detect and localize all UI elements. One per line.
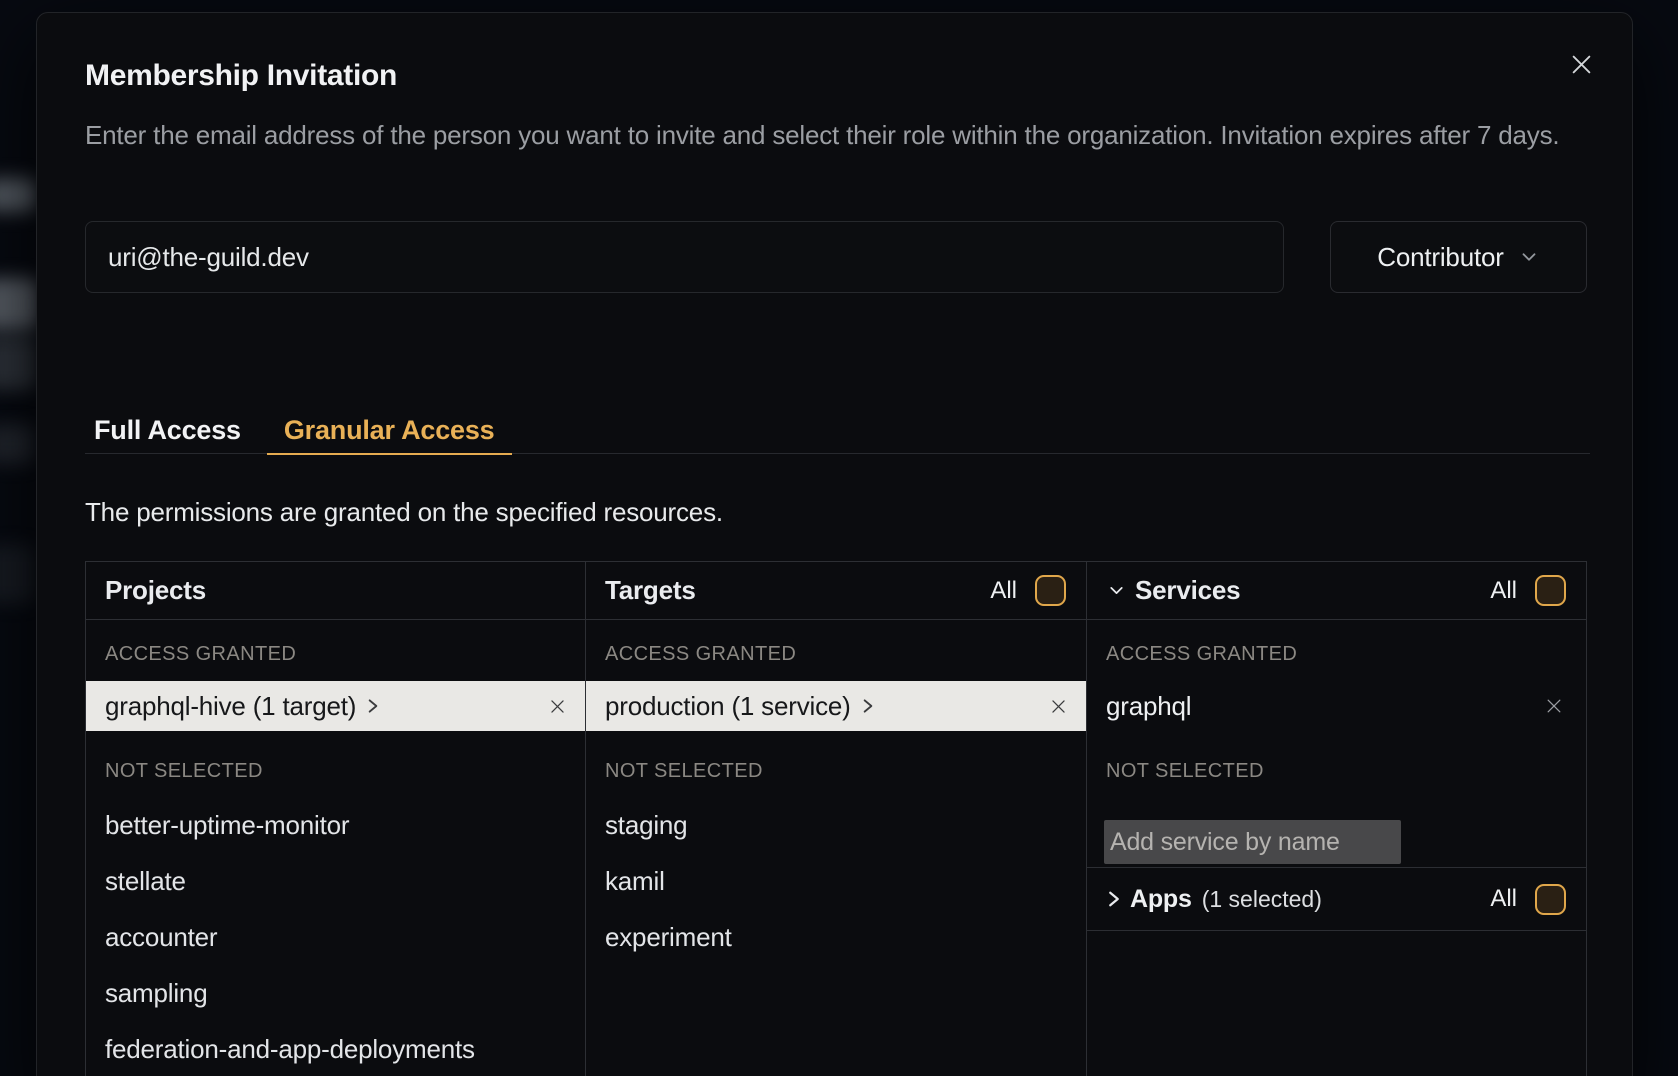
modal-title: Membership Invitation — [85, 59, 397, 93]
access-granted-label: ACCESS GRANTED — [605, 643, 1086, 667]
not-selected-label: NOT SELECTED — [605, 760, 1086, 784]
targets-all-checkbox[interactable] — [1035, 575, 1066, 606]
chevron-down-icon — [1518, 246, 1540, 268]
membership-invitation-modal: Membership Invitation Enter the email ad… — [36, 12, 1633, 1076]
not-selected-label: NOT SELECTED — [105, 760, 585, 784]
granted-service-label: graphql — [1106, 691, 1191, 722]
remove-service-button[interactable] — [1544, 696, 1564, 716]
modal-description: Enter the email address of the person yo… — [85, 117, 1595, 154]
backdrop-blur-fragment — [0, 278, 40, 330]
add-service-input[interactable] — [1104, 820, 1401, 864]
target-list-item[interactable]: kamil — [605, 866, 1086, 896]
project-list-item[interactable]: federation-and-app-deployments — [105, 1034, 585, 1064]
services-all-label: All — [1490, 577, 1517, 605]
remove-project-button[interactable] — [548, 697, 567, 716]
target-list-item[interactable]: staging — [605, 810, 1086, 840]
role-select-value: Contributor — [1377, 242, 1503, 273]
projects-column-header: Projects — [86, 562, 585, 620]
targets-title: Targets — [605, 575, 696, 606]
services-all-checkbox[interactable] — [1535, 575, 1566, 606]
projects-column: Projects ACCESS GRANTED graphql-hive (1 … — [86, 562, 586, 1076]
chevron-down-icon — [1106, 580, 1127, 601]
project-list-item[interactable]: sampling — [105, 978, 585, 1008]
chevron-right-icon — [1106, 889, 1122, 909]
projects-title: Projects — [105, 575, 206, 606]
role-select[interactable]: Contributor — [1330, 221, 1587, 293]
close-button[interactable] — [1566, 49, 1596, 79]
resources-table: Projects ACCESS GRANTED graphql-hive (1 … — [85, 561, 1587, 1076]
project-list-item[interactable]: stellate — [105, 866, 585, 896]
granted-project-label: graphql-hive (1 target) — [105, 691, 356, 722]
access-granted-label: ACCESS GRANTED — [105, 643, 585, 667]
apps-all-checkbox[interactable] — [1535, 884, 1566, 915]
project-list-item[interactable]: better-uptime-monitor — [105, 810, 585, 840]
permissions-note: The permissions are granted on the speci… — [85, 497, 723, 528]
chevron-right-icon — [861, 697, 875, 715]
backdrop-blur-fragment — [0, 178, 38, 212]
granted-target-row[interactable]: production (1 service) — [586, 681, 1086, 731]
remove-target-button[interactable] — [1049, 697, 1068, 716]
close-icon — [1544, 696, 1564, 716]
not-selected-label: NOT SELECTED — [1106, 760, 1586, 784]
services-column: Services All ACCESS GRANTED graphql NOT … — [1087, 562, 1586, 1076]
targets-all-label: All — [990, 577, 1017, 605]
services-title: Services — [1135, 575, 1240, 606]
targets-column-header: Targets All — [586, 562, 1086, 620]
apps-title: Apps — [1130, 885, 1192, 914]
apps-selected-count: (1 selected) — [1202, 886, 1322, 913]
project-list-item[interactable]: accounter — [105, 922, 585, 952]
backdrop-blur-fragment — [0, 545, 36, 603]
tab-label: Full Access — [94, 415, 241, 446]
target-list-item[interactable]: experiment — [605, 922, 1086, 952]
granted-project-row[interactable]: graphql-hive (1 target) — [86, 681, 585, 731]
backdrop-blur-fragment — [0, 424, 36, 464]
services-column-header[interactable]: Services All — [1087, 562, 1586, 620]
targets-column: Targets All ACCESS GRANTED production (1… — [586, 562, 1087, 1076]
access-tabs: Full Access Granular Access — [85, 406, 1590, 454]
apps-all-label: All — [1490, 885, 1517, 913]
access-granted-label: ACCESS GRANTED — [1106, 643, 1586, 667]
close-icon — [548, 697, 567, 716]
close-icon — [1568, 51, 1595, 78]
tab-granular-access[interactable]: Granular Access — [267, 406, 512, 454]
granted-service-row[interactable]: graphql — [1087, 681, 1586, 731]
tab-full-access[interactable]: Full Access — [77, 406, 258, 454]
tab-label: Granular Access — [284, 415, 495, 446]
chevron-right-icon — [366, 697, 380, 715]
backdrop-blur-fragment — [0, 336, 38, 390]
email-field[interactable] — [85, 221, 1284, 293]
apps-row[interactable]: Apps (1 selected) All — [1087, 867, 1586, 931]
close-icon — [1049, 697, 1068, 716]
granted-target-label: production (1 service) — [605, 691, 851, 722]
